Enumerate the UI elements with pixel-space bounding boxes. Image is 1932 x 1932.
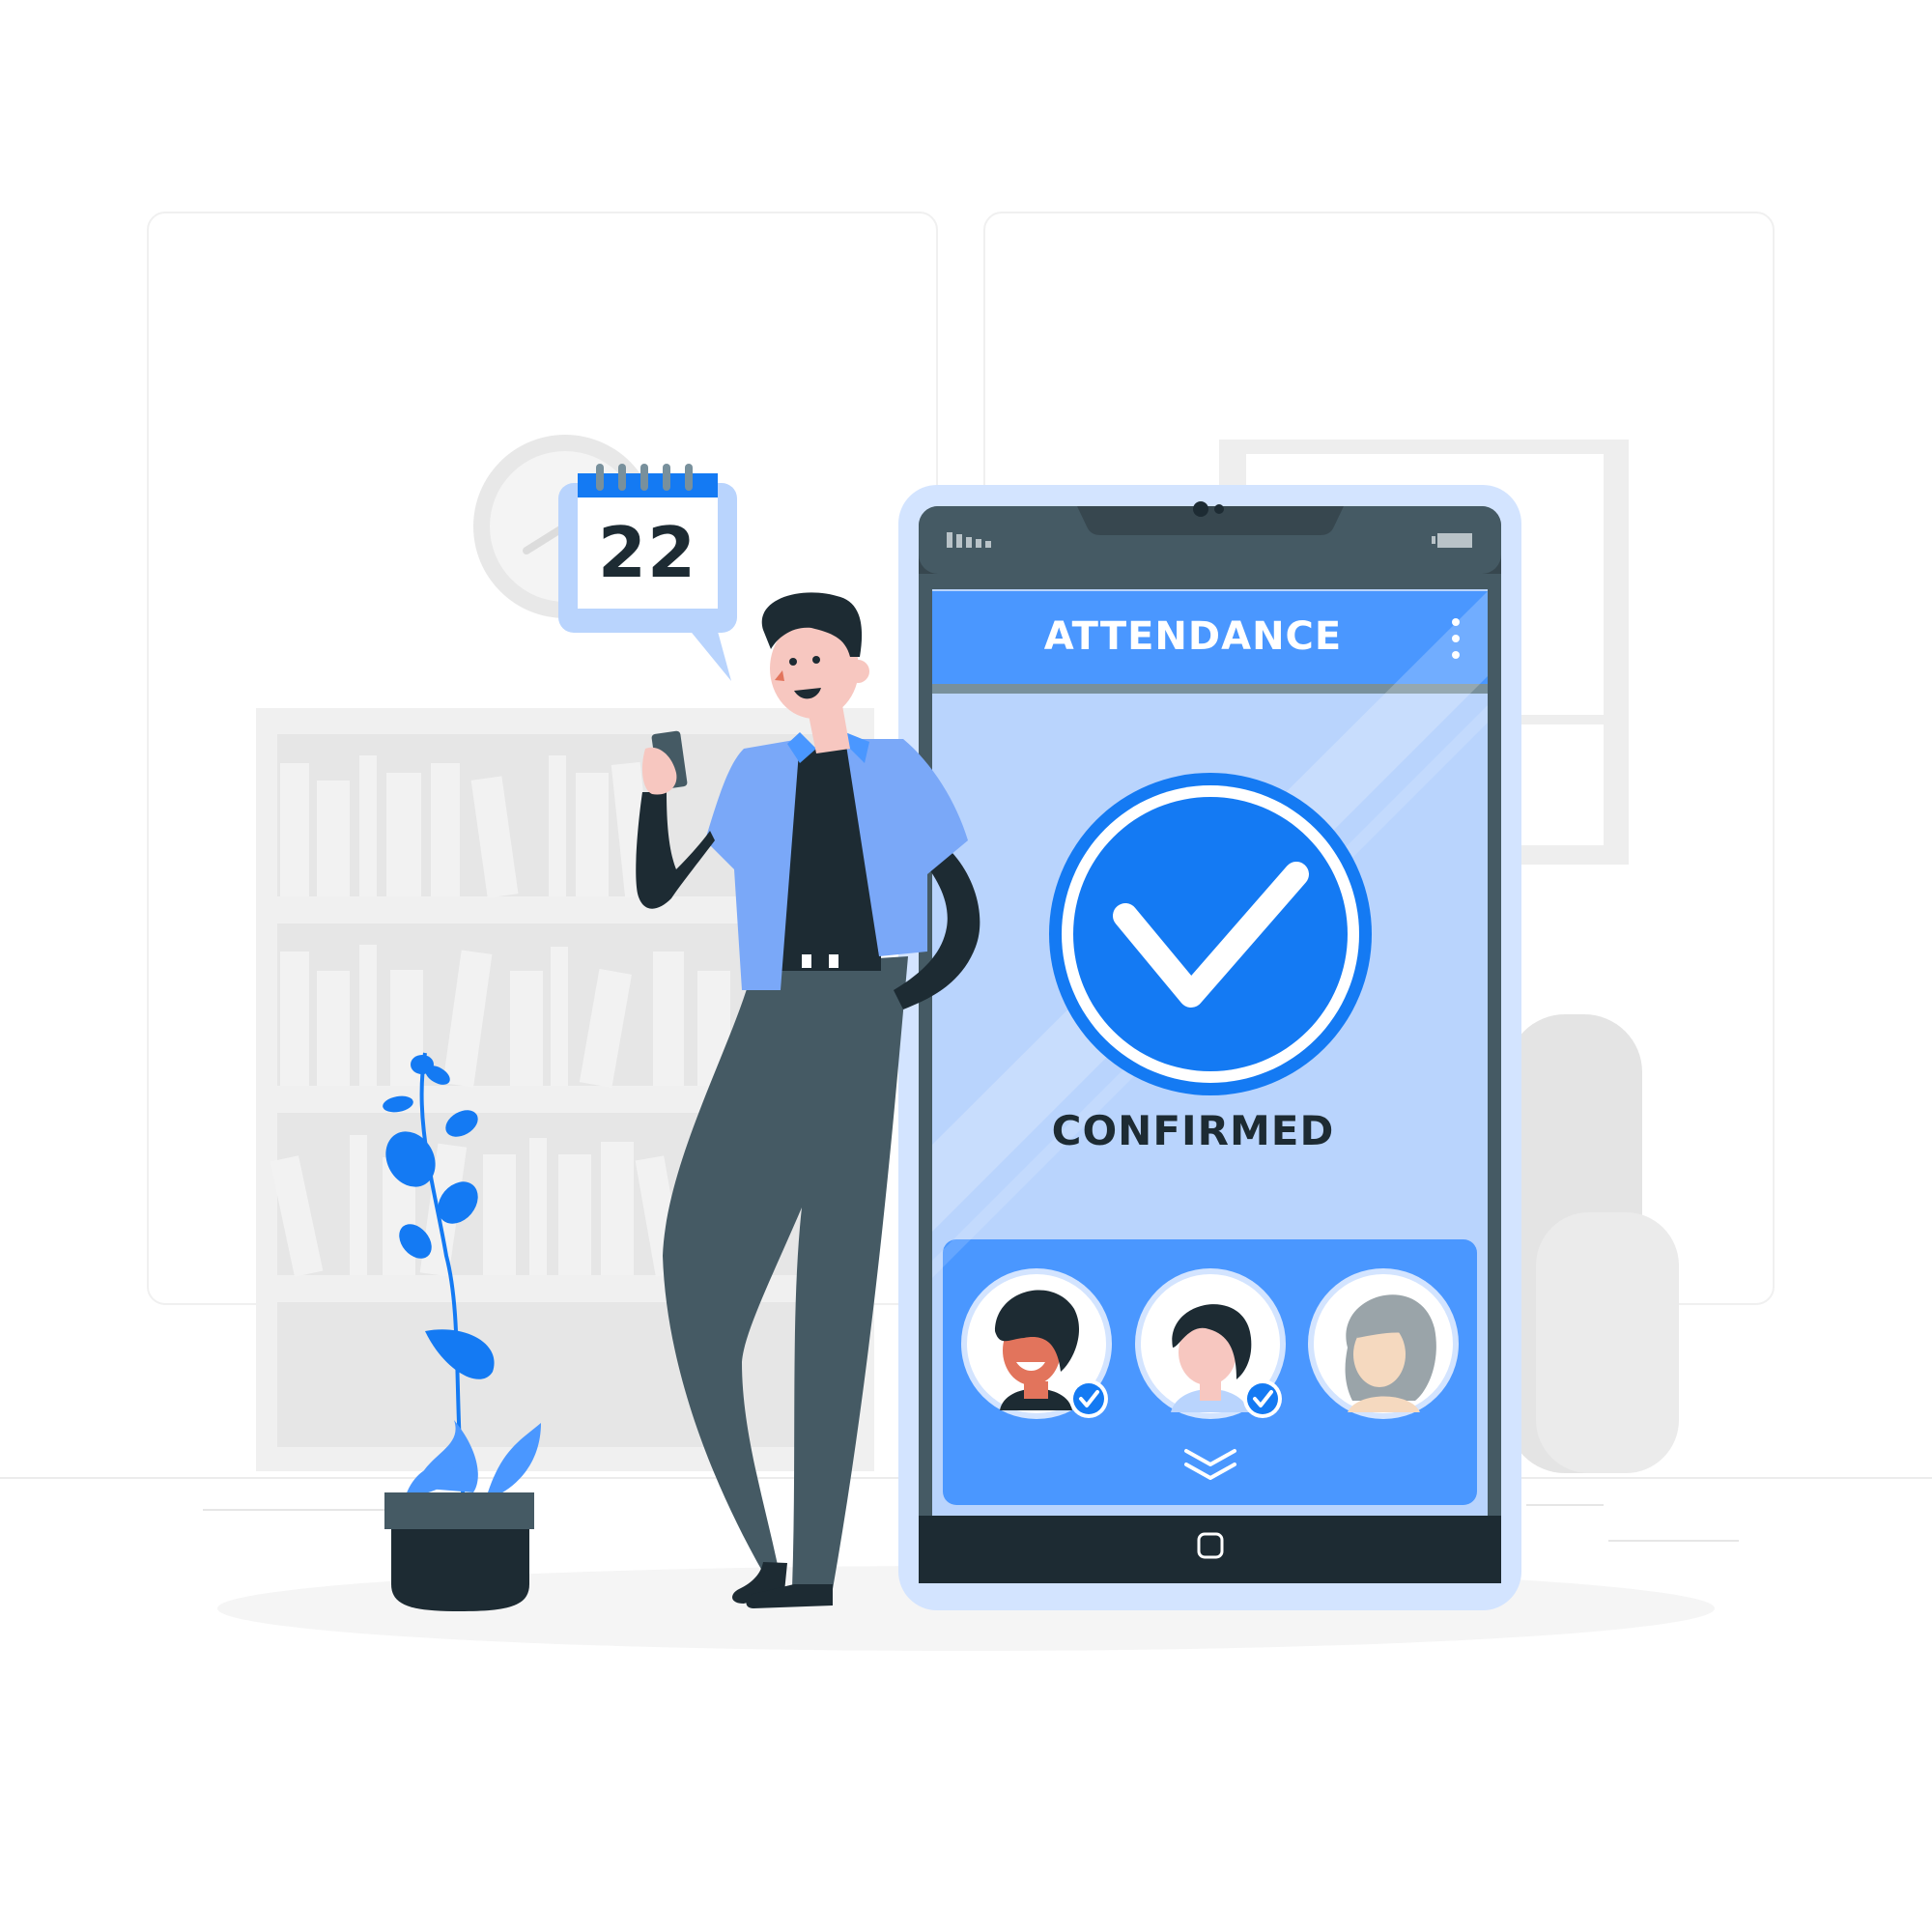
avatar[interactable] [1308, 1268, 1459, 1419]
app-title: ATTENDANCE [1043, 614, 1343, 659]
calendar-day: 22 [597, 512, 697, 593]
avatar[interactable] [961, 1268, 1112, 1419]
checkmark-icon [1049, 773, 1372, 1095]
battery-icon [1432, 533, 1472, 548]
avatar[interactable] [1135, 1268, 1286, 1419]
illustration-art [0, 212, 1932, 1651]
illustration: 22 ATTENDANCE CONFIRMED [0, 0, 1932, 1932]
status-label: CONFIRMED [1051, 1107, 1335, 1154]
